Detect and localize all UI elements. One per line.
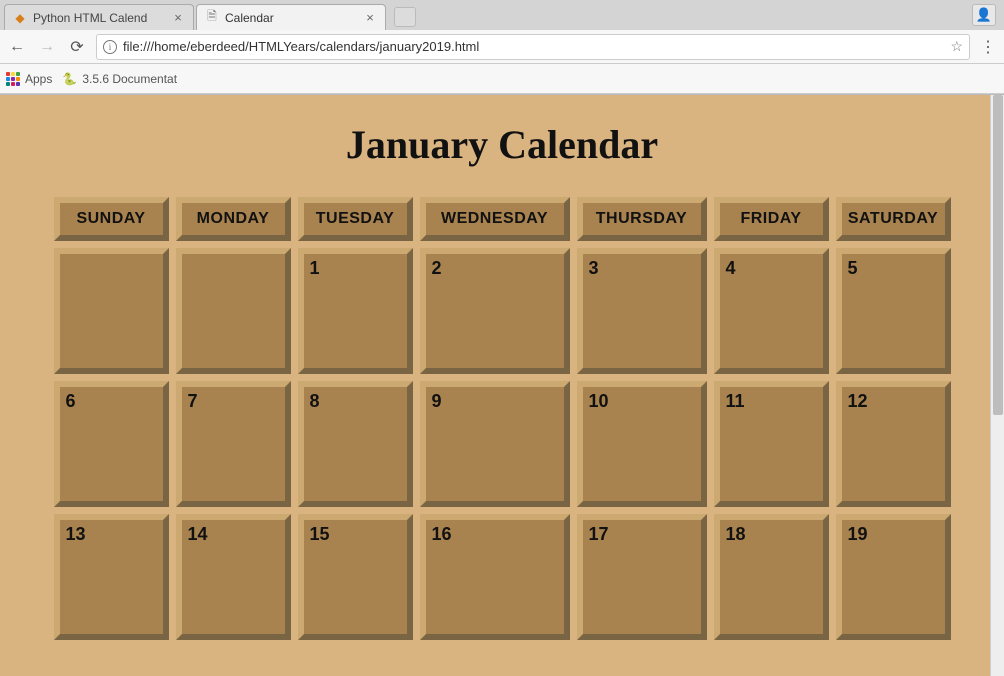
apps-button[interactable]: Apps bbox=[6, 72, 52, 86]
page-title: January Calendar bbox=[0, 121, 1004, 168]
calendar-week-row: 13 14 15 16 17 18 19 bbox=[54, 514, 951, 640]
calendar-cell[interactable]: 10 bbox=[577, 381, 707, 507]
tab-title: Calendar bbox=[225, 11, 359, 25]
url-text: file:///home/eberdeed/HTMLYears/calendar… bbox=[123, 39, 950, 54]
python-icon: 🐍 bbox=[62, 72, 77, 86]
page-viewport: January Calendar SUNDAY MONDAY TUESDAY W… bbox=[0, 95, 1004, 676]
bookmark-item-python-docs[interactable]: 🐍 3.5.6 Documentat bbox=[62, 72, 177, 86]
new-tab-button[interactable] bbox=[394, 7, 416, 27]
info-icon[interactable]: i bbox=[103, 40, 117, 54]
calendar-cell[interactable]: 19 bbox=[836, 514, 951, 640]
calendar-cell[interactable]: 12 bbox=[836, 381, 951, 507]
calendar-cell[interactable]: 3 bbox=[577, 248, 707, 374]
day-header-thursday: THURSDAY bbox=[577, 197, 707, 241]
diamond-icon: ◆ bbox=[13, 11, 27, 25]
day-header-friday: FRIDAY bbox=[714, 197, 829, 241]
day-header-wednesday: WEDNESDAY bbox=[420, 197, 570, 241]
tab-title: Python HTML Calend bbox=[33, 11, 167, 25]
forward-button[interactable]: → bbox=[36, 36, 58, 58]
bookmark-label: 3.5.6 Documentat bbox=[82, 72, 177, 86]
close-icon[interactable]: × bbox=[363, 10, 377, 25]
reload-button[interactable]: ⟳ bbox=[66, 36, 88, 58]
calendar-cell[interactable]: 11 bbox=[714, 381, 829, 507]
calendar-cell[interactable]: 9 bbox=[420, 381, 570, 507]
calendar-cell[interactable]: 6 bbox=[54, 381, 169, 507]
calendar-cell[interactable]: 15 bbox=[298, 514, 413, 640]
scrollbar-thumb[interactable] bbox=[993, 95, 1003, 415]
apps-grid-icon bbox=[6, 72, 20, 86]
toolbar: ← → ⟳ i file:///home/eberdeed/HTMLYears/… bbox=[0, 30, 1004, 64]
close-icon[interactable]: × bbox=[171, 10, 185, 25]
apps-label: Apps bbox=[25, 72, 52, 86]
calendar-cell[interactable] bbox=[176, 248, 291, 374]
calendar-cell[interactable]: 8 bbox=[298, 381, 413, 507]
calendar-week-row: 6 7 8 9 10 11 12 bbox=[54, 381, 951, 507]
day-header-tuesday: TUESDAY bbox=[298, 197, 413, 241]
browser-chrome: ◆ Python HTML Calend × 🗎 Calendar × 👤 ← … bbox=[0, 0, 1004, 95]
address-bar[interactable]: i file:///home/eberdeed/HTMLYears/calend… bbox=[96, 34, 970, 60]
calendar-cell[interactable]: 4 bbox=[714, 248, 829, 374]
tab-strip: ◆ Python HTML Calend × 🗎 Calendar × 👤 bbox=[0, 0, 1004, 30]
calendar-cell[interactable]: 13 bbox=[54, 514, 169, 640]
calendar-header-row: SUNDAY MONDAY TUESDAY WEDNESDAY THURSDAY… bbox=[54, 197, 951, 241]
calendar-cell[interactable]: 14 bbox=[176, 514, 291, 640]
calendar-page: January Calendar SUNDAY MONDAY TUESDAY W… bbox=[0, 95, 1004, 647]
calendar-cell[interactable]: 17 bbox=[577, 514, 707, 640]
tab-calendar[interactable]: 🗎 Calendar × bbox=[196, 4, 386, 30]
day-header-monday: MONDAY bbox=[176, 197, 291, 241]
calendar-cell[interactable]: 1 bbox=[298, 248, 413, 374]
calendar-cell[interactable]: 16 bbox=[420, 514, 570, 640]
day-header-saturday: SATURDAY bbox=[836, 197, 951, 241]
vertical-scrollbar[interactable] bbox=[990, 95, 1004, 676]
user-profile-icon[interactable]: 👤 bbox=[972, 4, 996, 26]
calendar-cell[interactable] bbox=[54, 248, 169, 374]
back-button[interactable]: ← bbox=[6, 36, 28, 58]
calendar-cell[interactable]: 18 bbox=[714, 514, 829, 640]
calendar-cell[interactable]: 5 bbox=[836, 248, 951, 374]
calendar-week-row: 1 2 3 4 5 bbox=[54, 248, 951, 374]
bookmarks-bar: Apps 🐍 3.5.6 Documentat bbox=[0, 64, 1004, 94]
calendar-table: SUNDAY MONDAY TUESDAY WEDNESDAY THURSDAY… bbox=[47, 190, 958, 647]
page-icon: 🗎 bbox=[205, 11, 219, 25]
calendar-cell[interactable]: 7 bbox=[176, 381, 291, 507]
calendar-cell[interactable]: 2 bbox=[420, 248, 570, 374]
kebab-menu-icon[interactable]: ⋮ bbox=[978, 37, 998, 57]
tab-python-html-calendar[interactable]: ◆ Python HTML Calend × bbox=[4, 4, 194, 30]
day-header-sunday: SUNDAY bbox=[54, 197, 169, 241]
bookmark-star-icon[interactable]: ☆ bbox=[950, 38, 963, 55]
